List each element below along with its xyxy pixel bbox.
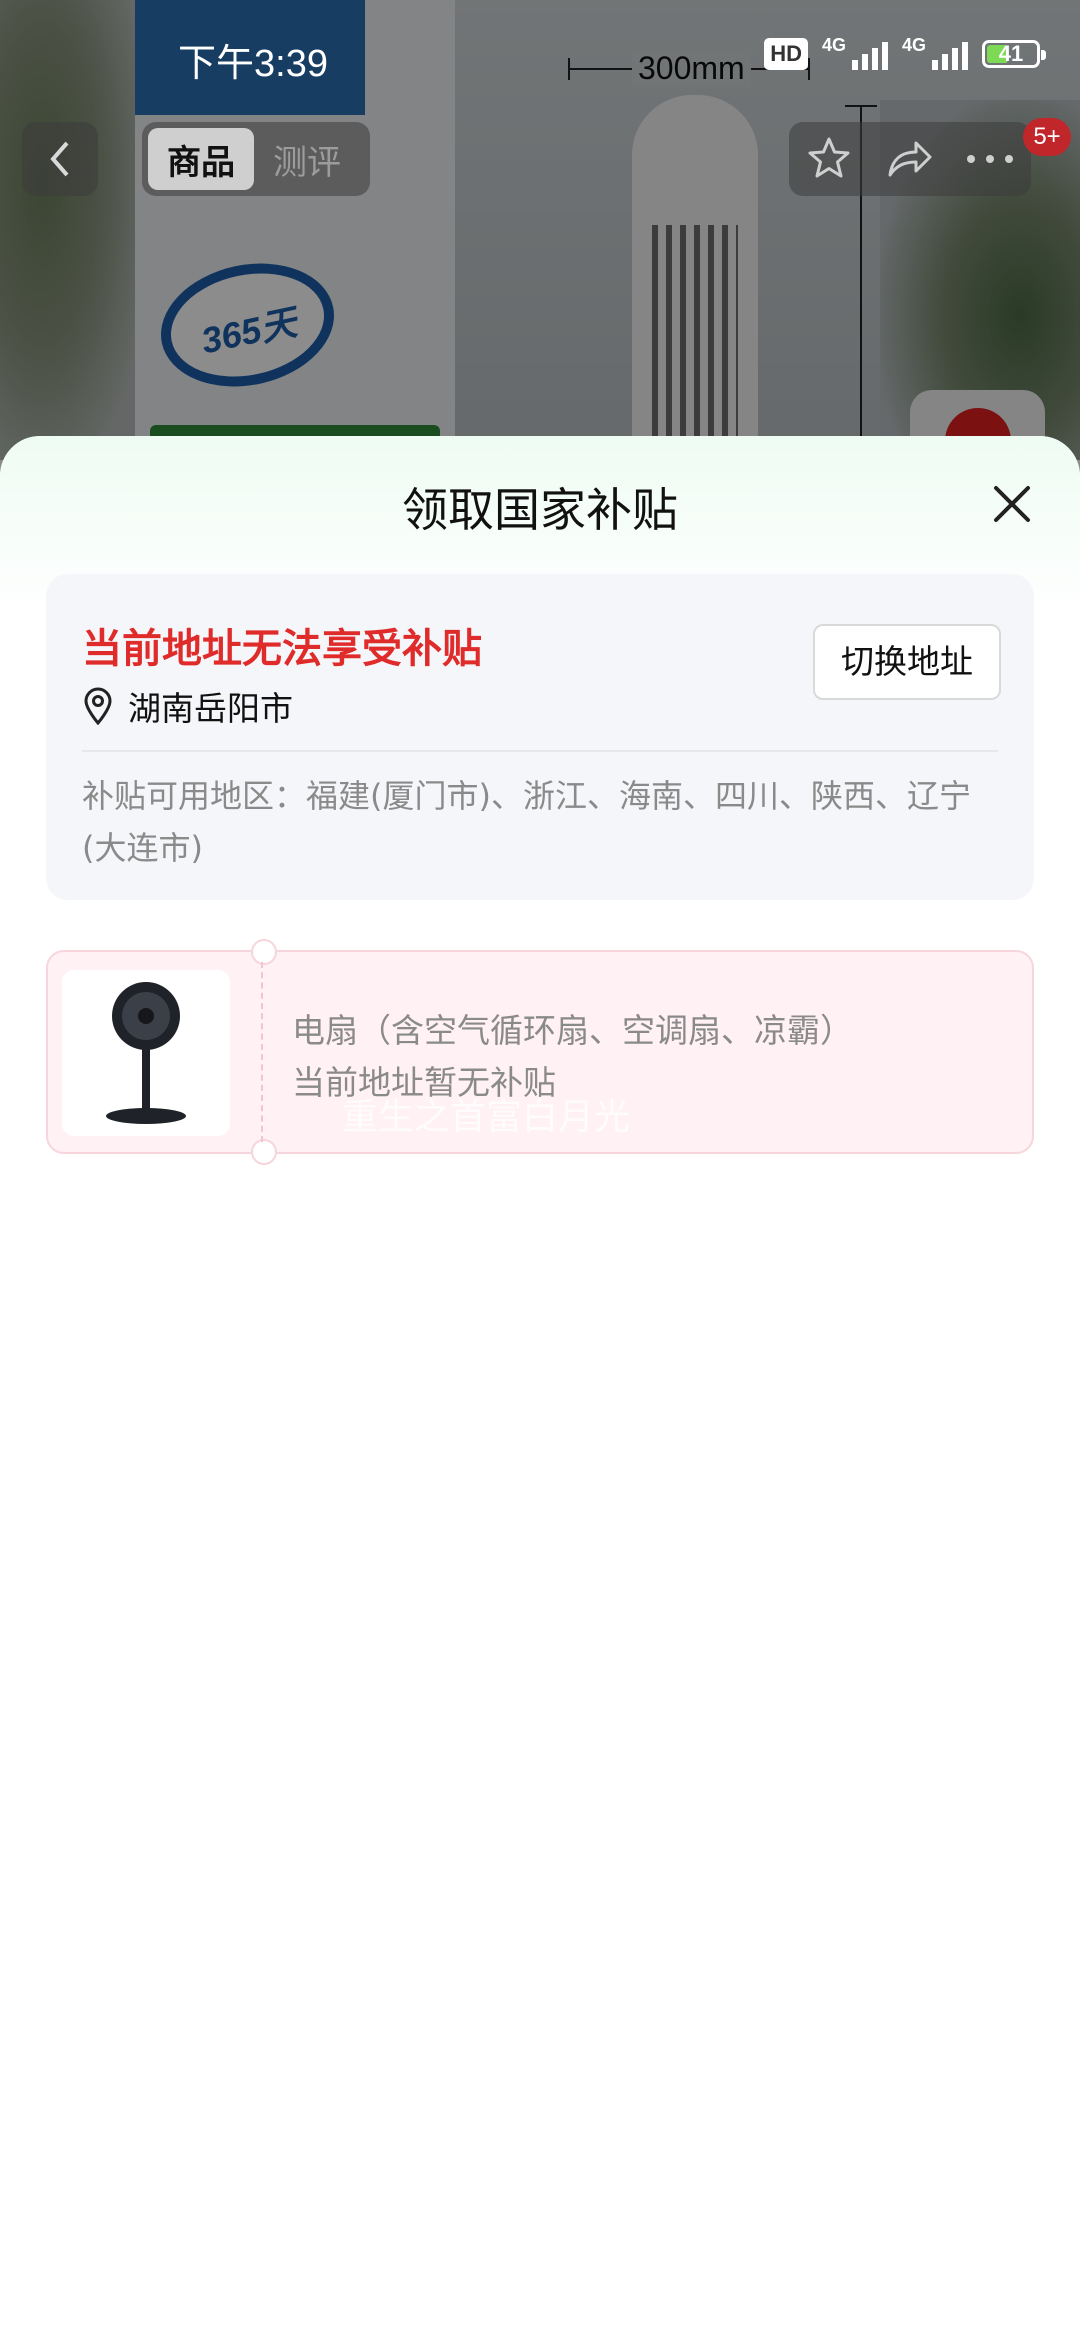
- share-icon[interactable]: [884, 135, 934, 183]
- battery-icon: 41: [982, 40, 1046, 68]
- sheet-title: 领取国家补贴: [402, 483, 678, 537]
- subsidy-sheet: 领取国家补贴 当前地址无法享受补贴 湖南岳阳市 切换地址 补贴可用地区：福建(厦…: [0, 436, 1080, 2340]
- available-regions-text: 补贴可用地区：福建(厦门市)、浙江、海南、四川、陕西、辽宁(大连市): [82, 777, 971, 867]
- page-tabs: 商品 测评: [142, 122, 370, 196]
- back-button[interactable]: [22, 122, 98, 196]
- status-bar: 下午3:39 HD 4G 4G 41: [0, 0, 1080, 120]
- location-pin-icon: [84, 687, 112, 725]
- message-count-badge: 5+: [1023, 118, 1071, 156]
- current-location: 湖南岳阳市: [82, 682, 293, 730]
- divider: [82, 750, 998, 752]
- signal-icon: [932, 38, 968, 70]
- tab-review[interactable]: 测评: [254, 128, 360, 190]
- subsidy-warning: 当前地址无法享受补贴: [82, 626, 482, 672]
- network-type: 4G: [901, 34, 926, 55]
- status-time: 下午3:39: [178, 43, 328, 85]
- switch-address-button[interactable]: 切换地址: [813, 624, 1001, 700]
- network-type: 4G: [821, 34, 846, 55]
- product-category-name: 电扇（含空气循环扇、空调扇、凉霸）: [292, 1011, 853, 1050]
- star-icon[interactable]: [805, 135, 853, 183]
- close-icon[interactable]: [988, 480, 1036, 528]
- address-card: 当前地址无法享受补贴 湖南岳阳市 切换地址 补贴可用地区：福建(厦门市)、浙江、…: [46, 574, 1034, 900]
- tab-product[interactable]: 商品: [148, 128, 254, 190]
- location-text: 湖南岳阳市: [128, 689, 293, 728]
- more-icon[interactable]: [965, 153, 1015, 165]
- action-bar: [789, 122, 1031, 196]
- watermark-text: 重生之首富白月光: [342, 1097, 631, 1138]
- signal-icon: [851, 38, 888, 70]
- fan-product-image: [62, 970, 230, 1136]
- chevron-left-icon: [50, 141, 69, 177]
- hd-icon: HD: [764, 38, 808, 70]
